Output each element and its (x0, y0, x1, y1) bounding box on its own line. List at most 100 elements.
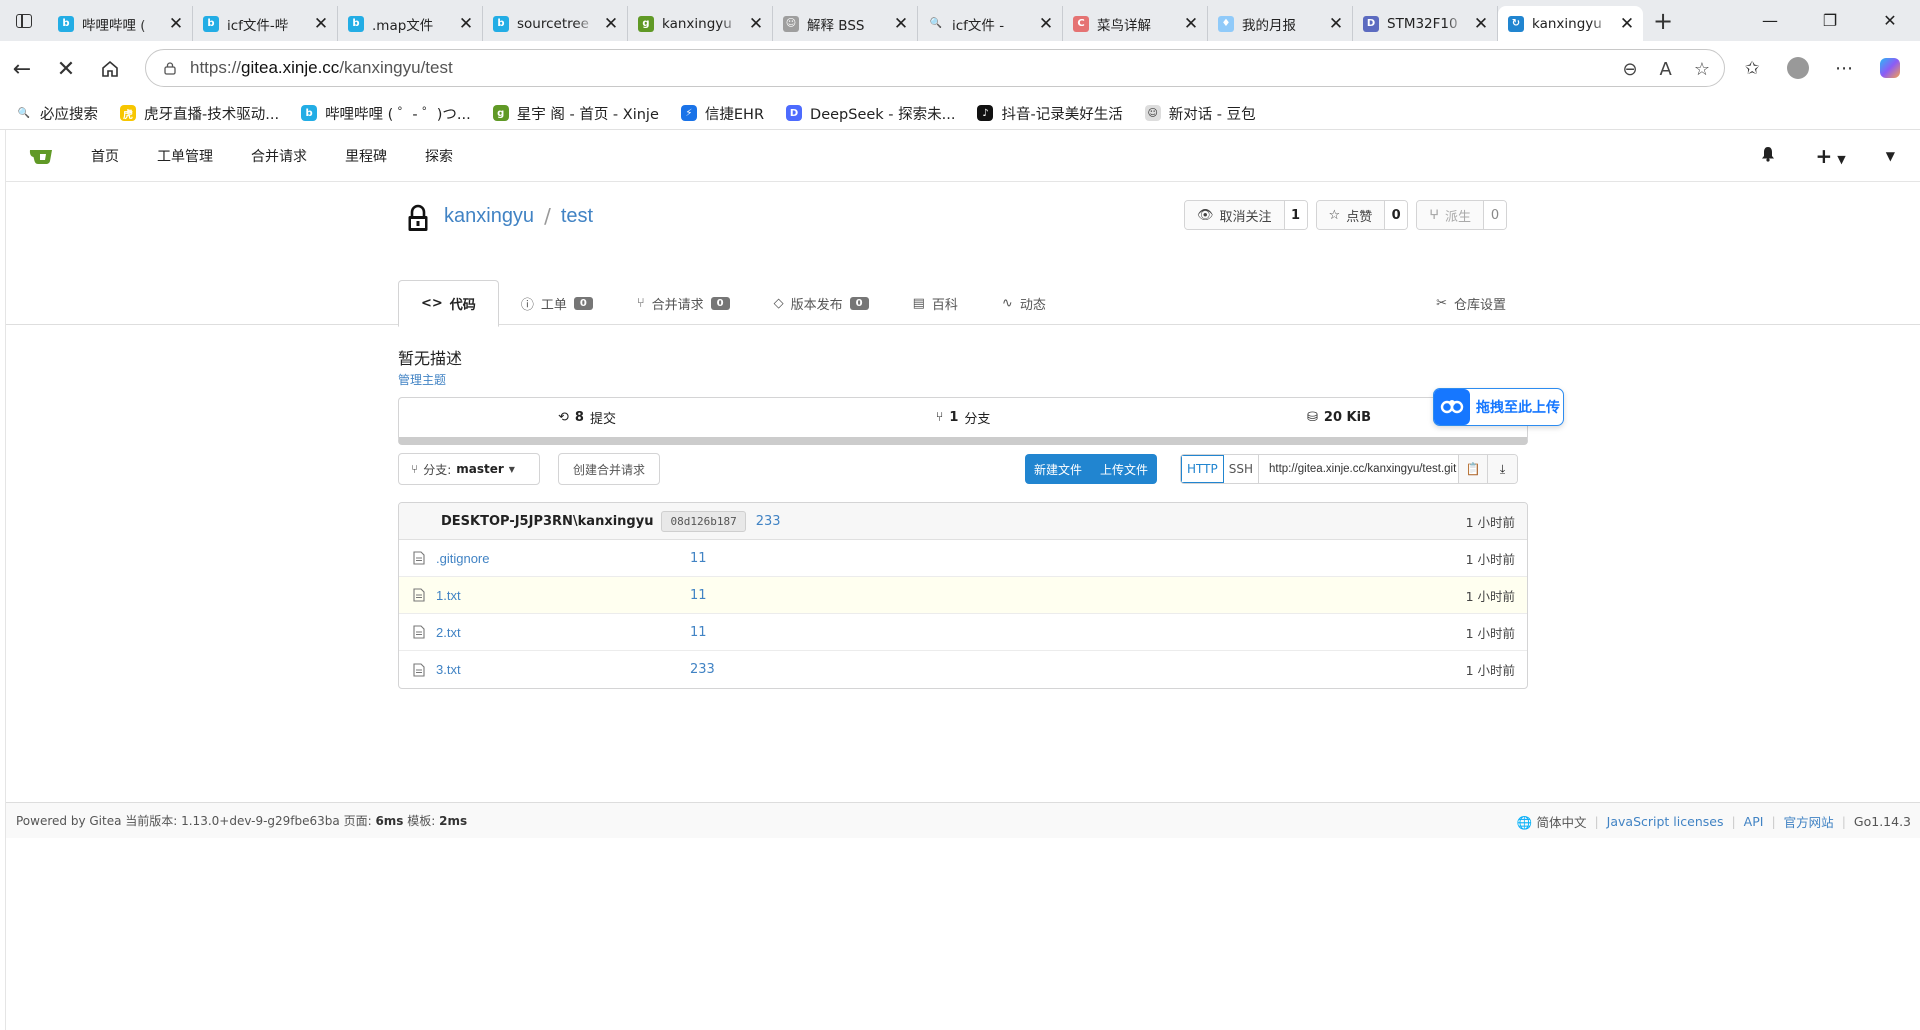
clone-http-button[interactable]: HTTP (1181, 455, 1224, 483)
file-commit-link[interactable]: 233 (690, 662, 715, 677)
copilot-icon[interactable] (1872, 49, 1908, 87)
bookmark-item[interactable]: 🔍 必应搜索 (16, 103, 98, 124)
clone-url-input[interactable]: http://gitea.xinje.cc/kanxingyu/test.git (1259, 455, 1459, 483)
go-version: Go1.14.3 (1853, 813, 1911, 829)
file-commit-link[interactable]: 11 (690, 625, 707, 640)
clone-ssh-button[interactable]: SSH (1224, 455, 1259, 483)
manage-topics-link[interactable]: 管理主题 (398, 371, 446, 388)
browser-tab[interactable]: b .map文件 ✕ (338, 6, 483, 41)
profile-avatar[interactable] (1780, 49, 1816, 87)
nav-explore[interactable]: 探索 (406, 146, 472, 166)
fork-button[interactable]: ⵖ 派生 0 (1416, 200, 1507, 230)
site-info-icon[interactable] (162, 60, 178, 76)
browser-tab[interactable]: C 菜鸟详解 ✕ (1063, 6, 1208, 41)
create-new-menu[interactable]: + ▼ (1795, 144, 1865, 168)
notifications-bell-icon[interactable] (1741, 146, 1795, 166)
browser-tab[interactable]: g kanxingyu ✕ (628, 6, 773, 41)
minimize-button[interactable]: — (1740, 0, 1800, 41)
nav-milestones[interactable]: 里程碑 (326, 146, 406, 166)
back-button[interactable]: ← (0, 49, 44, 89)
browser-tab[interactable]: b sourcetree ✕ (483, 6, 628, 41)
upload-file-button[interactable]: 上传文件 (1091, 454, 1158, 484)
nav-issues[interactable]: 工单管理 (138, 146, 232, 166)
new-pull-request-button[interactable]: 创建合并请求 (558, 453, 661, 485)
star-count[interactable]: 0 (1385, 201, 1408, 229)
watch-count[interactable]: 1 (1284, 201, 1307, 229)
commit-message-link[interactable]: 233 (756, 514, 781, 529)
tab-code[interactable]: <> 代码 (398, 280, 499, 327)
tab-issues[interactable]: ⓘ 工单 0 (499, 280, 615, 326)
tab-settings[interactable]: ✂ 仓库设置 (1414, 280, 1528, 326)
close-tab-icon[interactable]: ✕ (748, 14, 764, 34)
close-tab-icon[interactable]: ✕ (1619, 14, 1635, 34)
branches-stat[interactable]: ⑂ 1 分支 (775, 408, 1151, 427)
favorites-icon[interactable]: ✩ (1734, 49, 1770, 87)
bookmark-item[interactable]: b 哔哩哔哩 ( ゜- ゜)つ... (301, 103, 471, 124)
tab-actions-menu-button[interactable] (0, 0, 48, 41)
bookmark-item[interactable]: D DeepSeek - 探索未... (786, 103, 955, 124)
file-name-link[interactable]: 2.txt (436, 625, 690, 640)
restore-button[interactable]: ❐ (1800, 0, 1860, 41)
file-commit-link[interactable]: 11 (690, 588, 707, 603)
branch-dropdown[interactable]: ⑂ 分支: master ▼ (398, 453, 540, 485)
copy-url-button[interactable]: 📋 (1458, 455, 1488, 483)
browser-tab[interactable]: ☺ 解释 BSS ✕ (773, 6, 918, 41)
home-button[interactable] (88, 49, 132, 89)
repo-name-link[interactable]: test (561, 205, 593, 228)
close-tab-icon[interactable]: ✕ (458, 14, 474, 34)
drag-upload-widget[interactable]: 拖拽至此上传 (1433, 388, 1564, 426)
close-tab-icon[interactable]: ✕ (893, 14, 909, 34)
tab-pull-requests[interactable]: ⑂ 合并请求 0 (615, 280, 752, 326)
close-tab-icon[interactable]: ✕ (1038, 14, 1054, 34)
bookmark-item[interactable]: ♪ 抖音-记录美好生活 (977, 103, 1123, 124)
nav-home[interactable]: 首页 (72, 146, 138, 166)
tab-wiki[interactable]: ▤ 百科 (891, 280, 980, 326)
favorite-star-icon[interactable]: ☆ (1694, 59, 1710, 80)
gitea-logo[interactable] (12, 147, 72, 165)
new-file-button[interactable]: 新建文件 (1025, 454, 1092, 484)
api-link[interactable]: API (1744, 814, 1764, 829)
more-options-icon[interactable]: ⋯ (1826, 49, 1862, 87)
browser-tab[interactable]: b 哔哩哔哩 (✕ (48, 6, 193, 41)
file-name-link[interactable]: 1.txt (436, 588, 690, 603)
download-button[interactable]: ⤓ (1487, 455, 1517, 483)
bookmark-item[interactable]: g 星宇 阁 - 首页 - Xinje (492, 103, 659, 124)
file-commit-link[interactable]: 11 (690, 551, 707, 566)
file-name-link[interactable]: .gitignore (436, 551, 690, 566)
new-tab-button[interactable]: + (1643, 3, 1683, 38)
browser-tab[interactable]: b icf文件-哔 ✕ (193, 6, 338, 41)
close-tab-icon[interactable]: ✕ (168, 14, 184, 34)
commits-stat[interactable]: ⟲ 8 提交 (399, 408, 775, 427)
watch-button[interactable]: 👁 取消关注 1 (1184, 200, 1308, 230)
close-tab-icon[interactable]: ✕ (1328, 14, 1344, 34)
close-tab-icon[interactable]: ✕ (1473, 14, 1489, 34)
tab-activity[interactable]: ∿ 动态 (980, 280, 1068, 326)
bookmark-item[interactable]: ☺ 新对话 - 豆包 (1144, 103, 1256, 124)
file-name-link[interactable]: 3.txt (436, 662, 690, 677)
fork-count[interactable]: 0 (1484, 201, 1506, 229)
commit-sha-button[interactable]: 08d126b187 (661, 510, 746, 532)
close-tab-icon[interactable]: ✕ (313, 14, 329, 34)
js-licenses-link[interactable]: JavaScript licenses (1607, 814, 1724, 829)
star-button[interactable]: ☆ 点赞 0 (1315, 200, 1409, 230)
language-menu[interactable]: 🌐 简体中文 (1517, 812, 1587, 831)
stop-loading-button[interactable]: ✕ (44, 49, 88, 89)
browser-tab[interactable]: 🔍 icf文件 - ✕ (918, 6, 1063, 41)
repo-owner-link[interactable]: kanxingyu (444, 205, 534, 228)
tab-releases[interactable]: ◇ 版本发布 0 (752, 280, 891, 326)
bookmark-item[interactable]: 虎虎牙直播-技术驱动... (120, 103, 279, 124)
browser-tab[interactable]: D STM32F10 ✕ (1353, 6, 1498, 41)
close-tab-icon[interactable]: ✕ (603, 14, 619, 34)
address-bar[interactable]: https://gitea.xinje.cc/kanxingyu/test ⊖ … (145, 49, 1725, 87)
read-aloud-icon[interactable]: A (1660, 59, 1672, 80)
close-tab-icon[interactable]: ✕ (1183, 14, 1199, 34)
bookmark-item[interactable]: ⚡ 信捷EHR (680, 103, 764, 124)
website-link[interactable]: 官方网站 (1784, 812, 1834, 831)
commit-author[interactable]: DESKTOP-J5JP3RN\kanxingyu (441, 514, 653, 529)
user-menu-caret-icon[interactable]: ▼ (1866, 149, 1920, 163)
close-window-button[interactable]: ✕ (1860, 0, 1920, 41)
nav-pulls[interactable]: 合并请求 (232, 146, 326, 166)
browser-tab[interactable]: ↻ kanxingyu ✕ (1498, 6, 1643, 41)
browser-tab[interactable]: ♦ 我的月报 ✕ (1208, 6, 1353, 41)
zoom-icon[interactable]: ⊖ (1622, 59, 1637, 80)
